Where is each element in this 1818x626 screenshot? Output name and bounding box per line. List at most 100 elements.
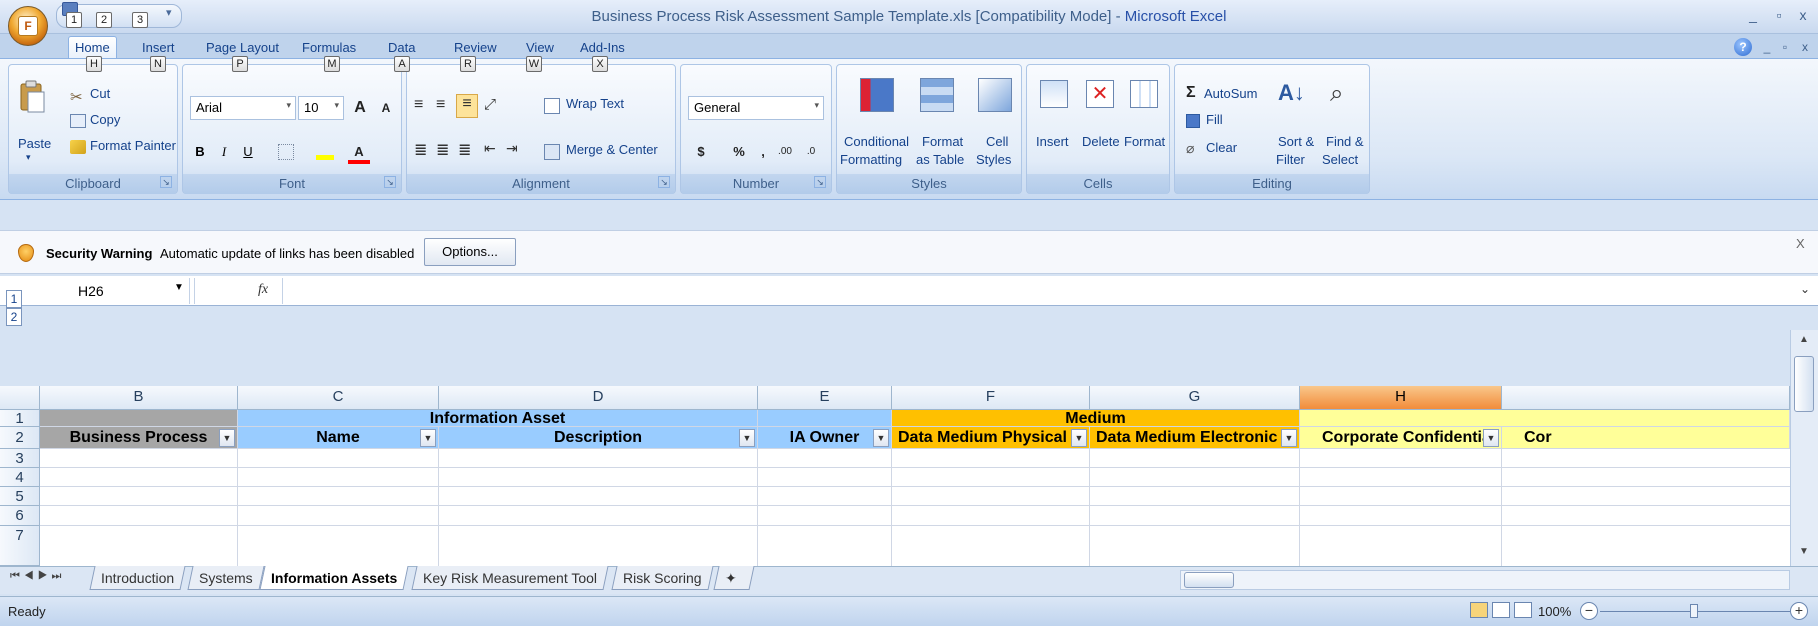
sheet-tab-risk-scoring[interactable]: Risk Scoring (611, 566, 714, 590)
row-header-1[interactable]: 1 (0, 410, 40, 427)
align-bottom-icon[interactable]: ≡ (456, 94, 478, 118)
sort-filter-label-1[interactable]: Sort & (1278, 134, 1314, 149)
select-all-corner[interactable] (0, 386, 40, 410)
zoom-out-icon[interactable]: − (1580, 602, 1598, 620)
cell-medium-group[interactable]: Medium (892, 410, 1300, 427)
row-header-6[interactable]: 6 (0, 506, 40, 526)
name-box[interactable]: H26 (40, 278, 190, 304)
grow-font-button[interactable]: A (348, 96, 372, 120)
font-name-combo[interactable]: Arial ▾ (190, 96, 296, 120)
security-close-icon[interactable]: X (1796, 236, 1805, 251)
row-header-7[interactable]: 7 (0, 526, 40, 566)
font-color-button[interactable]: A (348, 140, 370, 164)
sheet-tab-systems[interactable]: Systems (187, 566, 265, 590)
font-size-dropdown-icon[interactable]: ▾ (334, 100, 339, 111)
cell-h1[interactable] (1300, 410, 1790, 427)
cell-styles-label-1[interactable]: Cell (986, 134, 1008, 149)
font-launcher-icon[interactable]: ↘ (384, 176, 396, 188)
column-header-b[interactable]: B (40, 386, 238, 410)
horizontal-scrollbar[interactable] (1180, 570, 1790, 590)
column-header-g[interactable]: G (1090, 386, 1300, 410)
sheet-tab-introduction[interactable]: Introduction (89, 566, 186, 590)
fill-color-icon[interactable] (316, 144, 334, 160)
row-header-5[interactable]: 5 (0, 487, 40, 506)
format-as-table-label-2[interactable]: as Table (916, 152, 964, 167)
restore-button[interactable]: ▫ (1768, 6, 1790, 24)
bold-button[interactable]: B (190, 140, 210, 164)
align-left-icon[interactable]: ≣ (414, 140, 427, 160)
format-painter-button[interactable]: Format Painter (90, 138, 176, 153)
orientation-icon[interactable]: ⤢ (484, 96, 496, 113)
filter-dropdown-icon[interactable]: ▼ (1071, 429, 1087, 447)
scroll-up-icon[interactable]: ▲ (1794, 334, 1814, 352)
help-icon[interactable]: ? (1734, 38, 1752, 56)
increase-indent-icon[interactable]: ⇥ (506, 140, 518, 157)
sort-filter-label-2[interactable]: Filter (1276, 152, 1305, 167)
zoom-level[interactable]: 100% (1538, 604, 1571, 619)
conditional-formatting-label-1[interactable]: Conditional (844, 134, 909, 149)
number-format-combo[interactable]: General ▾ (688, 96, 824, 120)
column-header-c[interactable]: C (238, 386, 439, 410)
ribbon-restore-button[interactable]: ▫ (1774, 38, 1796, 56)
cut-button[interactable]: Cut (90, 86, 110, 101)
page-break-view-icon[interactable] (1514, 602, 1532, 618)
find-select-label-2[interactable]: Select (1322, 152, 1358, 167)
minimize-button[interactable]: _ (1742, 6, 1764, 24)
office-button[interactable]: F (8, 6, 48, 46)
cell-information-asset-group[interactable]: Information Asset (238, 410, 758, 427)
ribbon-close-button[interactable]: x (1794, 38, 1816, 56)
horizontal-scroll-thumb[interactable] (1184, 572, 1234, 588)
paste-dropdown-icon[interactable]: ▾ (26, 152, 31, 163)
column-header-i[interactable]: I (1502, 386, 1790, 410)
fill-button[interactable]: Fill (1206, 112, 1223, 127)
qat-customize-icon[interactable]: ▾ (166, 6, 172, 19)
paste-label[interactable]: Paste (18, 136, 51, 151)
row-header-3[interactable]: 3 (0, 449, 40, 468)
number-format-dropdown-icon[interactable]: ▾ (814, 100, 819, 111)
format-cells-button[interactable]: Format (1124, 134, 1165, 149)
header-data-medium-physical[interactable]: Data Medium Physical ▼ (892, 427, 1090, 449)
clipboard-launcher-icon[interactable]: ↘ (160, 176, 172, 188)
merge-center-button[interactable]: Merge & Center (566, 142, 658, 157)
cell-b1[interactable] (40, 410, 238, 427)
column-header-f[interactable]: F (892, 386, 1090, 410)
copy-button[interactable]: Copy (90, 112, 120, 127)
zoom-in-icon[interactable]: + (1790, 602, 1808, 620)
filter-dropdown-icon[interactable]: ▼ (1483, 429, 1499, 447)
filter-dropdown-icon[interactable]: ▼ (873, 429, 889, 447)
tab-formulas[interactable]: Formulas (296, 38, 362, 58)
tab-review[interactable]: Review (448, 38, 503, 58)
font-name-dropdown-icon[interactable]: ▾ (286, 100, 291, 111)
alignment-launcher-icon[interactable]: ↘ (658, 176, 670, 188)
column-header-e[interactable]: E (758, 386, 892, 410)
header-corporate-confidential[interactable]: Corporate Confidential ▼ (1300, 427, 1502, 449)
find-select-label-1[interactable]: Find & (1326, 134, 1364, 149)
align-right-icon[interactable]: ≣ (458, 140, 471, 160)
align-center-icon[interactable]: ≣ (436, 140, 449, 160)
filter-dropdown-icon[interactable]: ▼ (739, 429, 755, 447)
filter-dropdown-icon[interactable]: ▼ (219, 429, 235, 447)
row-header-4[interactable]: 4 (0, 468, 40, 487)
outline-level-1-button[interactable]: 1 (6, 290, 22, 308)
page-layout-view-icon[interactable] (1492, 602, 1510, 618)
percent-button[interactable]: % (728, 140, 750, 164)
insert-function-icon[interactable]: fx (258, 282, 268, 298)
tab-add-ins[interactable]: Add-Ins (574, 38, 631, 58)
tab-data[interactable]: Data (382, 38, 421, 58)
outline-level-2-button[interactable]: 2 (6, 308, 22, 326)
filter-dropdown-icon[interactable]: ▼ (420, 429, 436, 447)
vertical-scroll-thumb[interactable] (1794, 356, 1814, 412)
insert-cells-button[interactable]: Insert (1036, 134, 1069, 149)
wrap-text-button[interactable]: Wrap Text (566, 96, 624, 111)
cell-e1[interactable] (758, 410, 892, 427)
paste-button[interactable] (18, 80, 46, 120)
header-business-process[interactable]: Business Process ▼ (40, 427, 238, 449)
autosum-button[interactable]: AutoSum (1204, 86, 1257, 101)
zoom-slider-thumb[interactable] (1690, 604, 1698, 618)
header-i2-partial[interactable]: Cor (1502, 427, 1790, 449)
conditional-formatting-label-2[interactable]: Formatting (840, 152, 902, 167)
header-ia-owner[interactable]: IA Owner ▼ (758, 427, 892, 449)
font-size-combo[interactable]: 10 ▾ (298, 96, 344, 120)
header-description[interactable]: Description ▼ (439, 427, 758, 449)
decrease-decimal-button[interactable]: .0 (800, 140, 822, 164)
